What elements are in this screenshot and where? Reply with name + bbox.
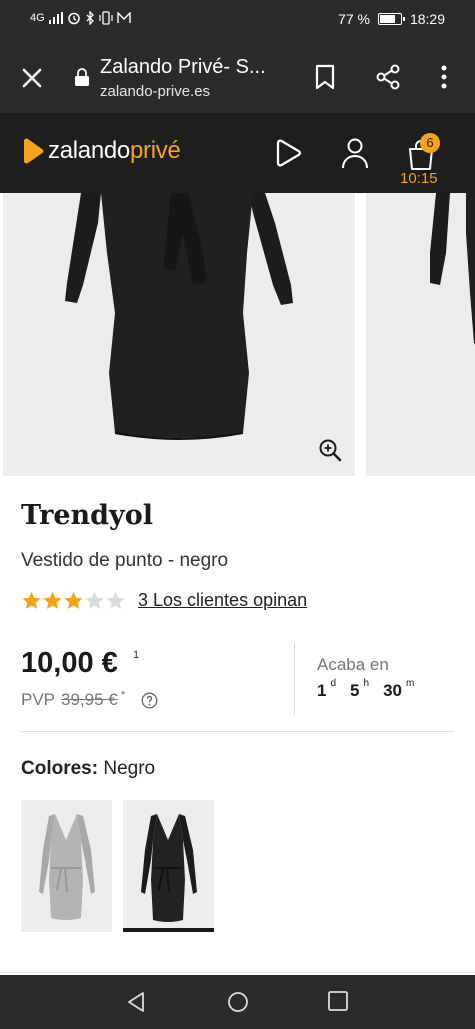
logo-mark-icon xyxy=(24,138,44,164)
colors-selected: Negro xyxy=(103,758,156,779)
product-photo-next[interactable] xyxy=(366,193,475,476)
pvp-price: PVP 39,95 € * xyxy=(21,688,158,710)
alarm-icon xyxy=(67,12,80,25)
product-name: Vestido de punto - negro xyxy=(21,550,229,571)
pvp-old-price: 39,95 € xyxy=(61,690,118,709)
dress-image-next xyxy=(430,193,475,345)
colors-heading: Colores: Negro xyxy=(21,758,155,780)
user-icon[interactable] xyxy=(340,137,370,169)
product-photo-main[interactable] xyxy=(3,193,355,476)
cart-count-badge: 6 xyxy=(420,133,440,153)
black-dress-thumbnail xyxy=(141,814,197,922)
countdown-days: 1d xyxy=(317,678,337,700)
rating[interactable]: 3 Los clientes opinan xyxy=(21,590,307,611)
battery-icon xyxy=(377,13,405,25)
cart-button[interactable]: 6 10:15 xyxy=(398,133,448,189)
countdown-timer: 1d 5h 30 m xyxy=(317,678,415,701)
cart-timer: 10:15 xyxy=(400,170,438,187)
site-header: zalandoprivé 6 10:15 xyxy=(0,113,475,193)
recent-apps-icon[interactable] xyxy=(327,990,349,1012)
star-filled-icon xyxy=(43,591,62,609)
star-filled-icon xyxy=(64,591,83,609)
grey-dress-thumbnail xyxy=(39,814,95,920)
mail-icon xyxy=(116,12,131,23)
reviews-link[interactable]: 3 Los clientes opinan xyxy=(138,590,307,611)
android-nav-bar xyxy=(0,975,475,1029)
clock: 18:29 xyxy=(409,11,445,27)
selected-swatch-indicator xyxy=(123,928,214,932)
pvp-asterisk: * xyxy=(120,688,126,702)
color-swatch-black[interactable] xyxy=(123,800,214,932)
status-icons: 4G xyxy=(30,11,131,25)
star-empty-icon xyxy=(106,591,125,609)
lock-icon xyxy=(75,68,89,86)
logo-text-main: zalando xyxy=(48,137,130,164)
star-filled-icon xyxy=(22,591,41,609)
countdown-minutes: 30 m xyxy=(383,678,415,700)
status-bar: 4G 77 % 18:29 xyxy=(0,0,475,40)
countdown-hours: 5h xyxy=(350,678,370,700)
play-icon[interactable] xyxy=(272,137,304,169)
status-right: 77 % 18:29 xyxy=(338,11,445,27)
price-footnote: 1 xyxy=(133,649,140,661)
browser-url[interactable]: zalando-prive.es xyxy=(100,83,210,100)
zoom-icon[interactable] xyxy=(318,438,342,462)
network-indicator: 4G xyxy=(30,12,45,24)
product-gallery[interactable] xyxy=(0,193,475,477)
browser-page-title[interactable]: Zalando Privé- S... xyxy=(100,56,275,79)
bluetooth-icon xyxy=(86,11,94,25)
countdown-label: Acaba en xyxy=(317,655,389,674)
share-icon[interactable] xyxy=(375,64,401,90)
logo-text: zalandoprivé xyxy=(48,137,181,165)
close-icon[interactable] xyxy=(18,64,46,92)
rating-stars xyxy=(21,590,126,611)
brand-name[interactable]: Trendyol xyxy=(21,500,153,531)
menu-icon[interactable] xyxy=(436,64,452,90)
color-swatch-grey[interactable] xyxy=(21,800,112,932)
logo-text-accent: privé xyxy=(129,137,181,164)
back-icon[interactable] xyxy=(124,990,148,1014)
home-icon[interactable] xyxy=(226,990,250,1014)
pvp-label: PVP xyxy=(21,690,56,709)
section-divider xyxy=(21,731,454,732)
star-empty-icon xyxy=(85,591,104,609)
price: 10,00 € xyxy=(21,647,118,679)
bookmark-icon[interactable] xyxy=(314,64,336,90)
zalando-prive-logo[interactable]: zalandoprivé xyxy=(20,137,181,165)
vibrate-icon xyxy=(99,11,113,25)
browser-bar: Zalando Privé- S... zalando-prive.es xyxy=(0,40,475,113)
dress-image xyxy=(65,193,293,440)
signal-icon xyxy=(48,12,63,24)
price-divider xyxy=(294,643,295,715)
colors-label: Colores: xyxy=(21,758,99,779)
section-separator xyxy=(0,972,475,973)
info-icon[interactable] xyxy=(141,692,158,709)
battery-percent: 77 % xyxy=(338,11,370,27)
